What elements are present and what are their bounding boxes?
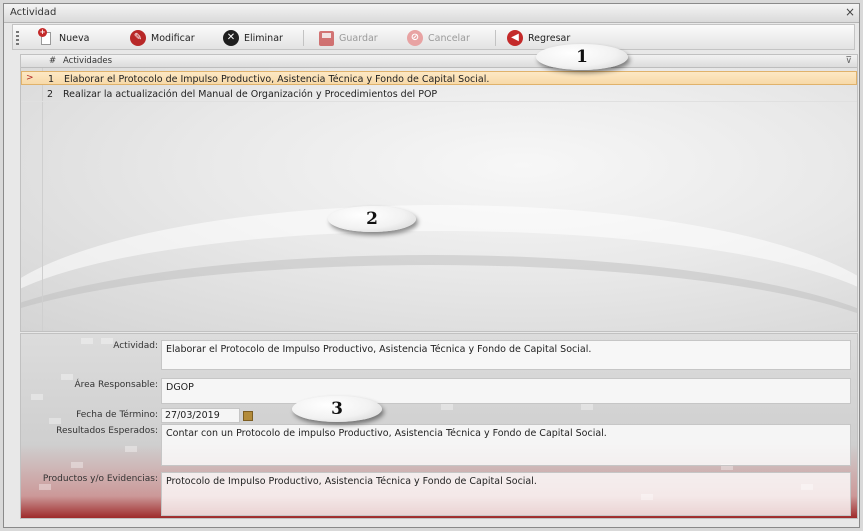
back-arrow-icon: ◀ (507, 30, 523, 46)
actividad-label: Actividad: (113, 341, 158, 351)
nueva-button[interactable]: + Nueva (38, 28, 90, 47)
productos-evidencias-label: Productos y/o Evidencias: (42, 474, 158, 484)
fecha-termino-label: Fecha de Término: (76, 410, 158, 420)
modificar-button[interactable]: ✎ Modificar (130, 29, 195, 47)
productos-evidencias-field[interactable]: Protocolo de Impulso Productivo, Asisten… (161, 472, 851, 516)
new-document-icon: + (38, 28, 54, 46)
column-header-actividades[interactable]: Actividades (63, 56, 112, 66)
row-actividad: Elaborar el Protocolo de Impulso Product… (64, 74, 490, 85)
toolbar: + Nueva ✎ Modificar ✕ Eliminar Guardar ⊘… (12, 24, 855, 50)
cancelar-button[interactable]: ⊘ Cancelar (407, 29, 470, 47)
fecha-termino-field[interactable]: 27/03/2019 (161, 408, 240, 423)
area-responsable-label: Área Responsable: (74, 380, 158, 390)
eliminar-label: Eliminar (244, 32, 283, 44)
table-row[interactable]: 2 Realizar la actualización del Manual d… (21, 87, 857, 102)
row-actividad: Realizar la actualización del Manual de … (63, 89, 438, 100)
nueva-label: Nueva (59, 32, 90, 44)
regresar-button[interactable]: ◀ Regresar (507, 29, 570, 47)
callout-1: 1 (536, 44, 628, 70)
column-header-number[interactable]: # (49, 56, 56, 66)
callout-3: 3 (292, 396, 382, 422)
save-disk-icon (319, 30, 334, 46)
actividades-grid: # Actividades ⊽ > 1 Elaborar el Protocol… (20, 54, 858, 332)
guardar-button[interactable]: Guardar (319, 29, 378, 47)
area-responsable-field[interactable]: DGOP (161, 378, 851, 404)
guardar-label: Guardar (339, 32, 378, 44)
pencil-icon: ✎ (130, 30, 146, 46)
actividad-field[interactable]: Elaborar el Protocolo de Impulso Product… (161, 340, 851, 370)
cancel-icon: ⊘ (407, 30, 423, 46)
current-row-indicator: > (26, 73, 34, 83)
grid-header: # Actividades ⊽ (21, 55, 857, 68)
table-row[interactable]: > 1 Elaborar el Protocolo de Impulso Pro… (21, 71, 857, 85)
modificar-label: Modificar (151, 32, 195, 44)
toolbar-separator (495, 30, 496, 46)
toolbar-grip[interactable] (16, 31, 19, 45)
cancelar-label: Cancelar (428, 32, 470, 44)
calendar-icon[interactable] (243, 411, 253, 421)
resultados-esperados-field[interactable]: Contar con un Protocolo de impulso Produ… (161, 424, 851, 466)
eliminar-button[interactable]: ✕ Eliminar (223, 29, 283, 47)
row-number: 1 (48, 74, 55, 85)
title-bar: Actividad × (4, 4, 859, 23)
delete-x-icon: ✕ (223, 30, 239, 46)
regresar-label: Regresar (528, 32, 571, 44)
close-icon[interactable]: × (845, 5, 855, 19)
toolbar-separator (303, 30, 304, 46)
window-title: Actividad (10, 7, 57, 18)
detail-panel: Actividad: Elaborar el Protocolo de Impu… (20, 333, 858, 519)
resultados-esperados-label: Resultados Esperados: (56, 426, 158, 436)
row-number: 2 (47, 89, 54, 100)
callout-2: 2 (328, 206, 416, 232)
filter-icon[interactable]: ⊽ (845, 56, 852, 66)
